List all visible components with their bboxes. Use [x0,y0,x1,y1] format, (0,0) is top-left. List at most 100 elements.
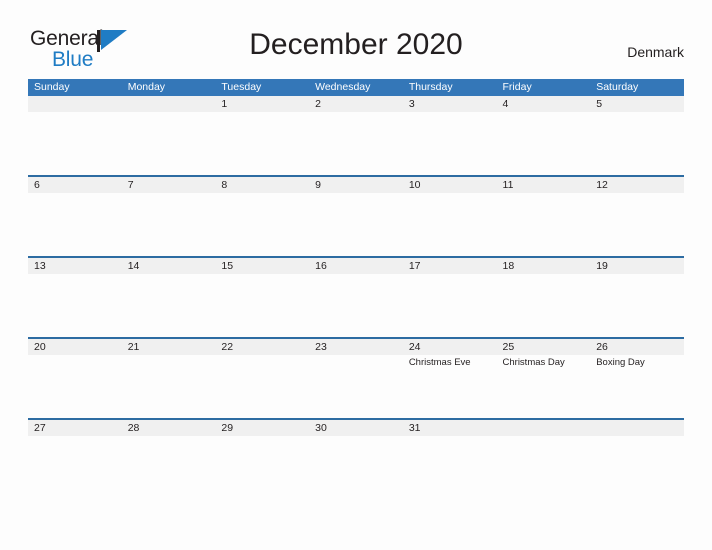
day-number: 15 [215,258,310,274]
day-of-week-saturday: Saturday [596,81,639,93]
day-number: 11 [496,177,591,193]
day-number: 26 [590,339,684,355]
day-events: Christmas Day [497,355,591,369]
day-events [215,193,309,195]
day-number: 30 [309,420,403,436]
calendar-day-cell[interactable]: 19 [590,258,684,337]
calendar-day-cell[interactable]: 24 Christmas Eve [402,339,497,418]
day-number: 1 [215,96,310,112]
day-events [122,112,216,114]
calendar-day-cell[interactable]: 1 [215,96,310,175]
day-number: 7 [121,177,216,193]
day-events [497,193,591,195]
page-header: General Blue December 2020 Denmark [0,0,712,78]
day-number [590,420,684,436]
day-events [590,112,684,114]
day-number: 25 [496,339,591,355]
day-events [497,112,591,114]
day-events [590,193,684,195]
day-of-week-thursday: Thursday [408,81,453,93]
calendar-day-cell[interactable]: 13 [28,258,122,337]
holiday-label: Christmas Day [502,357,565,368]
calendar-day-cell[interactable]: 12 [590,177,684,256]
day-events [28,436,122,438]
day-number: 12 [590,177,684,193]
day-number: 23 [309,339,403,355]
calendar-week-row: 27 28 29 30 31 [28,418,684,499]
calendar-week-cells: 6 7 8 9 10 11 12 [28,177,684,256]
day-events [215,112,309,114]
day-number [496,420,591,436]
calendar-day-cell[interactable]: 4 [496,96,591,175]
day-events [309,436,403,438]
day-events [403,112,497,114]
day-events [122,436,216,438]
calendar-day-cell[interactable]: 21 [121,339,216,418]
day-events [28,274,122,276]
calendar-day-cell[interactable]: 27 [28,420,122,499]
calendar-day-cell[interactable]: 14 [121,258,216,337]
day-events [590,274,684,276]
day-events [309,355,403,357]
calendar-day-cell[interactable]: 28 [121,420,216,499]
calendar-day-cell[interactable]: 16 [309,258,403,337]
calendar-week-cells: 13 14 15 16 17 18 19 [28,258,684,337]
calendar-empty-cell [28,96,122,175]
calendar-day-cell[interactable]: 17 [402,258,497,337]
calendar-day-cell[interactable]: 2 [309,96,403,175]
calendar-day-cell[interactable]: 9 [309,177,403,256]
day-events [122,274,216,276]
day-number: 24 [402,339,497,355]
day-events: Boxing Day [590,355,684,369]
day-number: 3 [402,96,497,112]
day-events [28,355,122,357]
day-number: 10 [402,177,497,193]
calendar-empty-cell [496,420,591,499]
calendar-day-cell[interactable]: 8 [215,177,310,256]
day-events [309,112,403,114]
calendar-day-cell[interactable]: 7 [121,177,216,256]
day-events: Christmas Eve [403,355,497,369]
day-number: 8 [215,177,310,193]
calendar-page: General Blue December 2020 Denmark Sunda… [0,0,712,550]
calendar-day-cell[interactable]: 18 [496,258,591,337]
calendar-day-cell[interactable]: 11 [496,177,591,256]
calendar-day-cell[interactable]: 3 [402,96,497,175]
calendar-week-row: 6 7 8 9 10 11 12 [28,175,684,256]
day-number: 9 [309,177,403,193]
calendar-week-cells: 12345 [28,96,684,175]
calendar-day-cell[interactable]: 10 [402,177,497,256]
calendar-day-cell[interactable]: 5 [590,96,684,175]
calendar-day-cell[interactable]: 30 [309,420,403,499]
calendar-day-cell[interactable]: 26 Boxing Day [590,339,684,418]
day-number: 27 [28,420,122,436]
calendar-day-cell[interactable]: 6 [28,177,122,256]
day-of-week-sunday: Sunday [34,81,70,93]
day-number [28,96,122,112]
day-number: 18 [496,258,591,274]
day-events [215,274,309,276]
day-number: 19 [590,258,684,274]
day-number: 5 [590,96,684,112]
calendar-day-cell[interactable]: 22 [215,339,310,418]
calendar-day-cell[interactable]: 23 [309,339,403,418]
day-events [28,193,122,195]
calendar-week-cells: 27 28 29 30 31 [28,420,684,499]
calendar-empty-cell [121,96,216,175]
day-events [403,436,497,438]
calendar-day-cell[interactable]: 25 Christmas Day [496,339,591,418]
calendar-week-row: 20 21 22 23 24 Christmas Eve 25 Christmas Day 26… [28,337,684,418]
country-label: Denmark [627,44,684,60]
day-events [309,193,403,195]
calendar-day-cell[interactable]: 20 [28,339,122,418]
day-events [403,193,497,195]
day-number: 29 [215,420,310,436]
day-events [215,436,309,438]
day-events [28,112,122,114]
calendar-week-cells: 20 21 22 23 24 Christmas Eve 25 Christmas Day 26… [28,339,684,418]
calendar-day-cell[interactable]: 15 [215,258,310,337]
calendar-day-cell[interactable]: 31 [402,420,497,499]
holiday-label: Christmas Eve [408,357,471,368]
calendar-day-cell[interactable]: 29 [215,420,310,499]
day-number: 13 [28,258,122,274]
